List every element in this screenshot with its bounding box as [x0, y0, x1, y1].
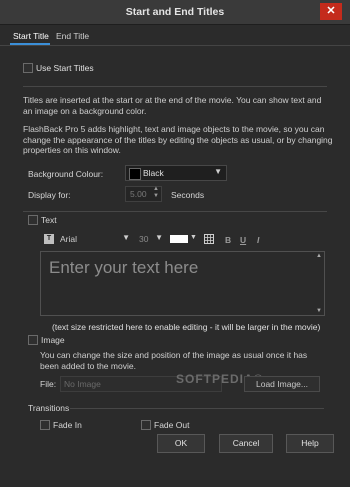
- underline-button[interactable]: U: [240, 235, 246, 245]
- background-colour-label: Background Colour:: [28, 169, 104, 179]
- ok-button[interactable]: OK: [157, 434, 205, 453]
- display-for-value: 5.00: [130, 189, 147, 199]
- cancel-button[interactable]: Cancel: [219, 434, 273, 453]
- transitions-heading: Transitions: [28, 403, 70, 413]
- text-placeholder: Enter your text here: [49, 258, 199, 277]
- display-for-label: Display for:: [28, 190, 71, 200]
- help-button[interactable]: Help: [286, 434, 334, 453]
- fade-in-checkbox[interactable]: [40, 420, 50, 430]
- spin-down-icon[interactable]: ▼: [153, 193, 159, 199]
- intro-paragraph-1: Titles are inserted at the start or at t…: [23, 95, 322, 116]
- file-label: File:: [40, 379, 57, 389]
- display-for-stepper[interactable]: 5.00 ▲ ▼: [125, 186, 162, 202]
- image-checkbox[interactable]: [28, 335, 38, 345]
- tab-end-title[interactable]: End Title: [56, 31, 89, 41]
- fade-out-checkbox[interactable]: [141, 420, 151, 430]
- font-name: Arial: [60, 234, 78, 244]
- image-help-text: You can change the size and position of …: [40, 350, 308, 371]
- font-dropdown[interactable]: Arial ▼: [56, 232, 134, 246]
- file-path-value: No Image: [64, 379, 101, 389]
- text-checkbox[interactable]: [28, 215, 38, 225]
- divider: [70, 408, 324, 409]
- tab-bar: Start Title End Title: [0, 25, 350, 46]
- load-image-button[interactable]: Load Image...: [244, 376, 320, 392]
- italic-button[interactable]: I: [257, 235, 259, 245]
- display-for-unit: Seconds: [171, 190, 205, 200]
- color-swatch: [129, 168, 141, 180]
- intro-paragraph-2: FlashBack Pro 5 adds highlight, text and…: [23, 124, 333, 155]
- fade-out-label[interactable]: Fade Out: [154, 420, 189, 430]
- divider: [23, 211, 327, 212]
- grid-icon[interactable]: [204, 234, 214, 244]
- fade-in-label[interactable]: Fade In: [53, 420, 82, 430]
- spin-up-icon[interactable]: ▲: [153, 186, 159, 192]
- scroll-down-icon[interactable]: ▼: [316, 308, 322, 314]
- divider: [23, 86, 327, 87]
- background-colour-dropdown[interactable]: Black ▼: [125, 165, 227, 181]
- text-size-note: (text size restricted here to enable edi…: [52, 322, 321, 332]
- bold-button[interactable]: B: [225, 235, 231, 245]
- chevron-down-icon: ▼: [190, 234, 197, 241]
- chevron-down-icon: ▼: [214, 167, 222, 176]
- tab-start-title[interactable]: Start Title: [13, 31, 49, 41]
- chevron-down-icon: ▼: [122, 233, 130, 242]
- chevron-down-icon: ▼: [155, 233, 163, 242]
- image-section-label[interactable]: Image: [41, 335, 65, 345]
- text-scrollbar[interactable]: ▲ ▼: [315, 252, 324, 315]
- font-size-dropdown[interactable]: 30 ▼: [137, 232, 163, 246]
- use-start-titles-label[interactable]: Use Start Titles: [36, 63, 94, 73]
- font-icon: T: [44, 234, 54, 244]
- font-size: 30: [139, 234, 149, 244]
- use-start-titles-checkbox[interactable]: [23, 63, 33, 73]
- scroll-up-icon[interactable]: ▲: [316, 253, 322, 259]
- text-color-swatch: [170, 235, 188, 243]
- text-color-picker[interactable]: ▼: [170, 234, 198, 244]
- close-button[interactable]: ✕: [320, 3, 342, 20]
- close-icon: ✕: [326, 5, 336, 17]
- active-tab-indicator: [10, 43, 50, 45]
- title-text-area[interactable]: Enter your text here ▲ ▼: [40, 251, 325, 316]
- window-title: Start and End Titles: [125, 6, 225, 18]
- title-bar: Start and End Titles ✕: [0, 0, 350, 25]
- background-colour-value: Black: [143, 168, 164, 178]
- text-section-label[interactable]: Text: [41, 215, 57, 225]
